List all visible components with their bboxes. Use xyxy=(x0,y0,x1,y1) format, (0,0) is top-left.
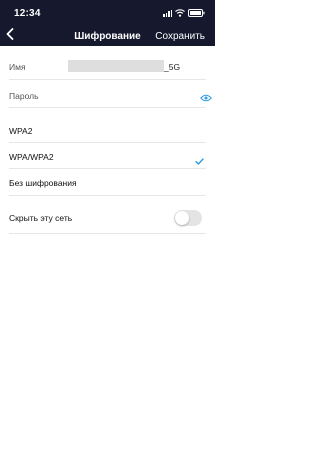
option-wpa-wpa2[interactable]: WPA/WPA2 xyxy=(9,152,206,162)
option-no-encryption[interactable]: Без шифрования xyxy=(9,178,206,188)
wifi-icon xyxy=(175,9,185,17)
hide-network-toggle[interactable] xyxy=(174,210,202,226)
status-icons xyxy=(163,9,205,17)
password-label: Пароль xyxy=(9,91,39,101)
toggle-knob xyxy=(175,211,189,225)
save-button[interactable]: Сохранить xyxy=(155,31,205,42)
divider xyxy=(9,195,206,196)
battery-icon xyxy=(188,9,205,17)
divider xyxy=(9,142,206,143)
divider xyxy=(9,79,206,80)
eye-icon[interactable] xyxy=(200,89,212,107)
encryption-settings-screen: 12:34 Шифрование Сохранить Имя _5G Парол… xyxy=(0,0,215,451)
option-wpa2[interactable]: WPA2 xyxy=(9,126,206,136)
status-time: 12:34 xyxy=(14,8,41,19)
top-bar: 12:34 Шифрование Сохранить xyxy=(0,0,215,46)
divider xyxy=(9,233,206,234)
name-field-suffix: _5G xyxy=(164,62,181,72)
name-field-masked[interactable] xyxy=(68,60,164,72)
cellular-signal-icon xyxy=(163,9,172,17)
divider xyxy=(9,107,206,108)
divider xyxy=(9,168,206,169)
